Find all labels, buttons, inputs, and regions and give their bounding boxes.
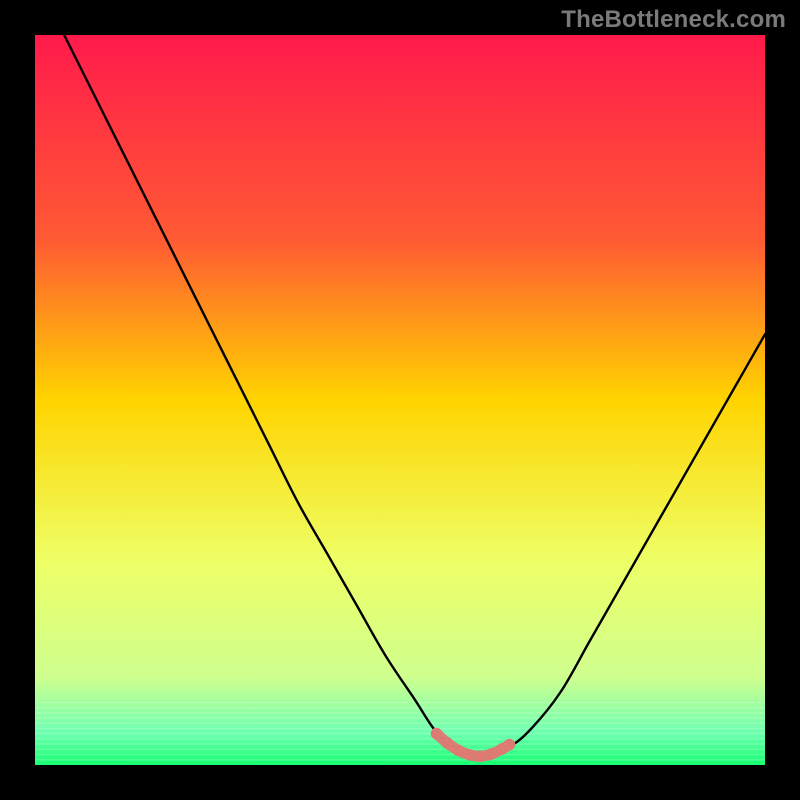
plot-area	[35, 35, 765, 765]
bottleneck-curve-chart	[35, 35, 765, 765]
chart-frame: TheBottleneck.com	[0, 0, 800, 800]
watermark-text: TheBottleneck.com	[561, 6, 786, 34]
